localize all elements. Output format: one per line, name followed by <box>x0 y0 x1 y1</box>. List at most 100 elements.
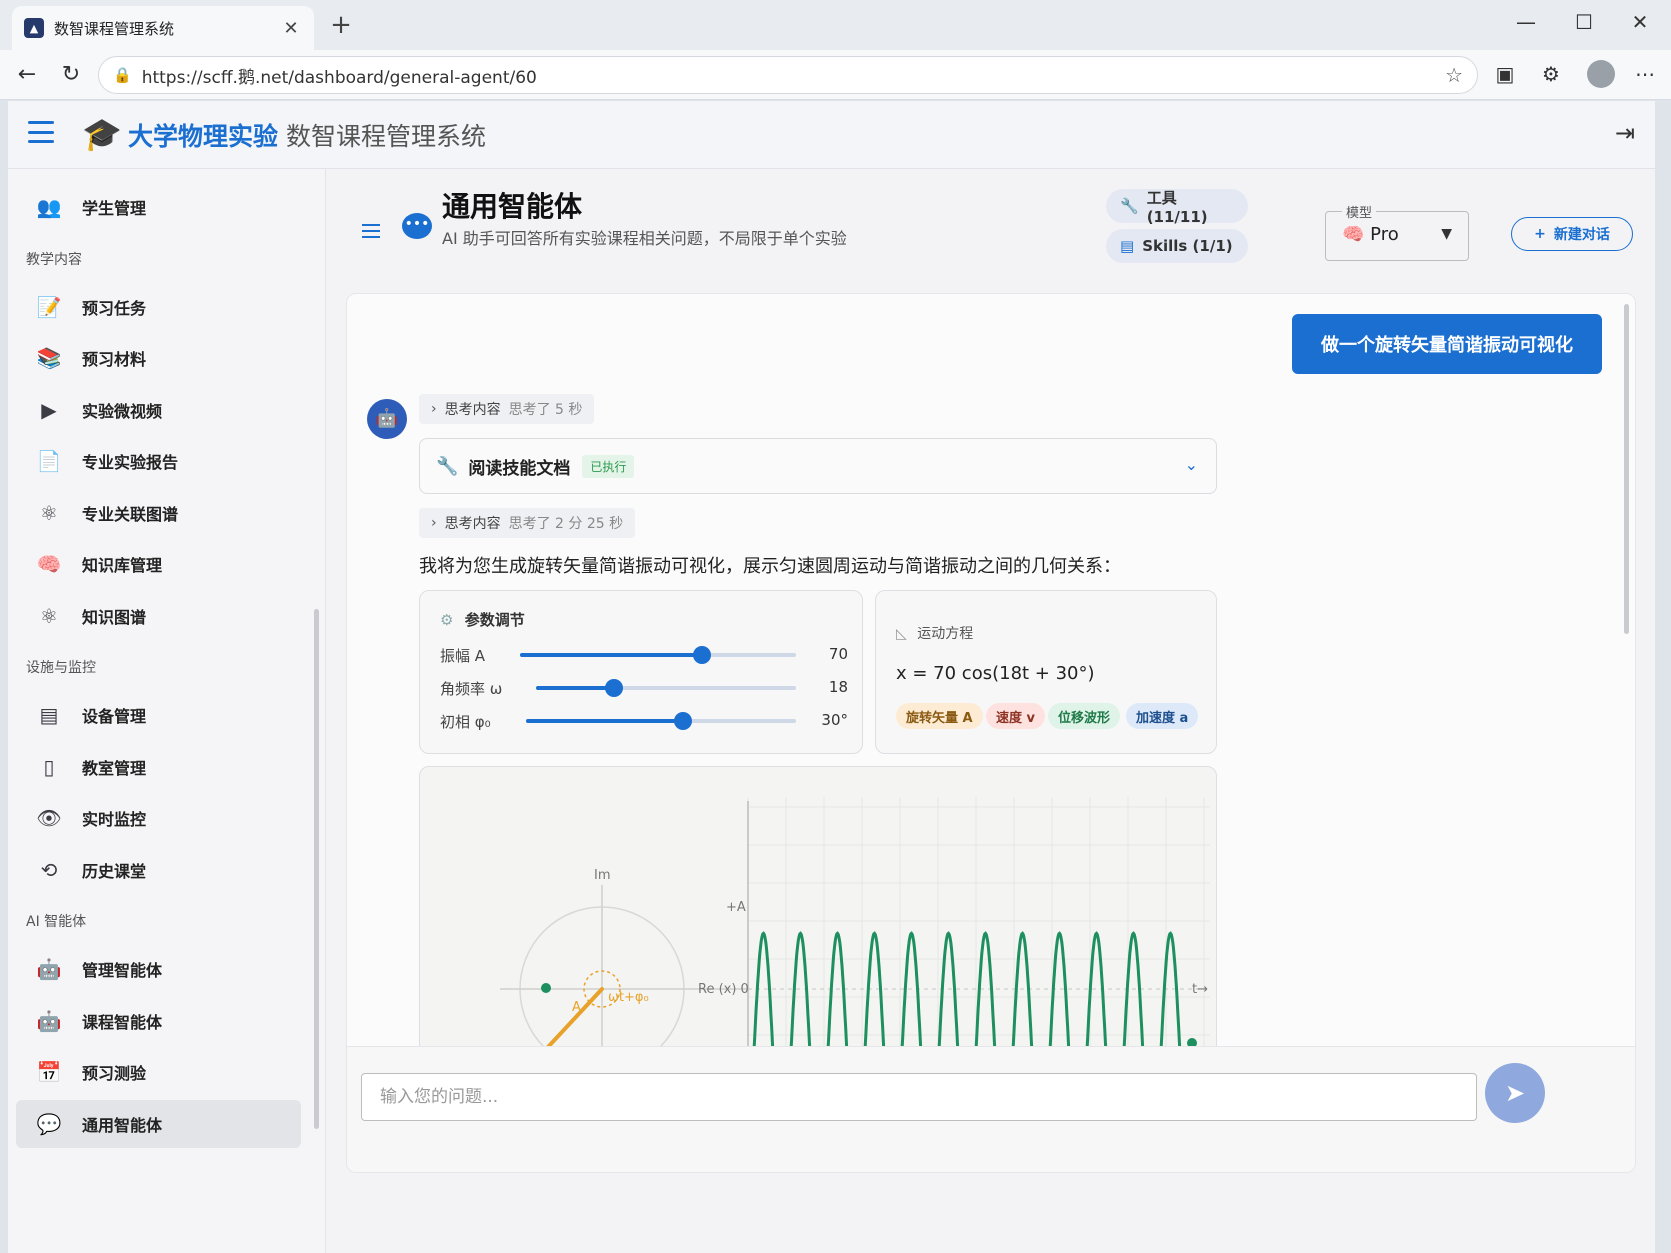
new-chat-label: 新建对话 <box>1553 227 1610 243</box>
window-close-icon[interactable]: ✕ <box>1620 10 1660 34</box>
legend-tag[interactable]: 位移波形 <box>1048 703 1121 729</box>
model-value-text: Pro <box>1370 224 1399 245</box>
app-root: 🎓 大学物理实验 数智课程管理系统 ⇥ 👥 学生管理 教学内容 📝 预习任务 📚 预习材料 ▶… <box>8 101 1655 1253</box>
bookmark-star-icon[interactable]: ☆ <box>1445 63 1463 87</box>
gear-icon: ⚙ <box>440 611 454 629</box>
skills-button[interactable]: ▤ Skills (1/1) <box>1106 229 1248 263</box>
params-title: ⚙ 参数调节 <box>440 609 525 630</box>
logout-icon[interactable]: ⇥ <box>1615 119 1635 147</box>
menu-toggle-icon[interactable] <box>28 121 54 143</box>
tool-call-card[interactable]: 🔧 阅读技能文档 已执行 ⌄ <box>419 438 1217 494</box>
sidebar-item-label: 知识库管理 <box>82 556 163 575</box>
task-icon: 📝 <box>36 294 62 319</box>
sidebar-item[interactable]: ⚛ 专业关联图谱 <box>16 489 301 537</box>
sidebar-item[interactable]: 📅 预习测验 <box>16 1048 301 1096</box>
new-tab-icon[interactable]: + <box>326 10 356 40</box>
url-text[interactable]: https://scff.鹅.net/dashboard/general-age… <box>142 63 1445 88</box>
viz-label-a: A <box>572 1000 581 1015</box>
slider-label: 初相 φ₀ <box>440 713 491 731</box>
thinking-time: 思考了 2 分 25 秒 <box>508 516 624 532</box>
slider-track[interactable] <box>520 646 796 664</box>
sidebar-item[interactable]: 👁 实时监控 <box>16 794 301 842</box>
maximize-icon[interactable]: ☐ <box>1564 10 1604 34</box>
address-bar[interactable]: 🔒 https://scff.鹅.net/dashboard/general-a… <box>98 56 1478 94</box>
viz-label-plus_a: +A <box>726 900 746 915</box>
conversation-list-icon[interactable] <box>362 224 380 238</box>
tools-button[interactable]: 🔧 工具 (11/11) <box>1106 188 1248 226</box>
input-bar: ➤ <box>347 1046 1635 1172</box>
sidebar-item-label: 课程智能体 <box>82 1012 163 1032</box>
brain-icon: 🧠 <box>36 552 62 576</box>
status-badge: 已执行 <box>582 454 635 478</box>
sidebar-item[interactable]: ⟲ 历史课堂 <box>16 846 301 894</box>
minimize-icon[interactable]: — <box>1506 10 1546 34</box>
sidebar-item[interactable]: ▯ 教室管理 <box>16 743 301 791</box>
slider-track[interactable] <box>536 679 796 697</box>
device-icon: ▤ <box>39 703 59 727</box>
sidebar-item[interactable]: 🤖 管理智能体 <box>16 945 301 993</box>
slider-handle[interactable] <box>693 646 712 664</box>
sidebar-item-label: 知识图谱 <box>82 607 147 627</box>
question-input[interactable] <box>361 1073 1477 1121</box>
main-content: ••• 通用智能体 AI 助手可回答所有实验课程相关问题，不局限于单个实验 🔧 … <box>326 169 1655 1253</box>
slider-value: 18 <box>828 678 848 696</box>
legend-tag[interactable]: 旋转矢量 A <box>896 703 983 729</box>
sidebar-item[interactable]: 📝 预习任务 <box>16 283 301 331</box>
equation-title: ◺ 运动方程 <box>896 623 973 643</box>
back-icon[interactable]: ← <box>12 62 42 87</box>
slider-fill <box>536 686 614 690</box>
sidebar-item[interactable]: 👥 学生管理 <box>16 183 301 231</box>
sidebar-item[interactable]: 🤖 课程智能体 <box>16 997 301 1045</box>
viz-label-phase: ωt+φ₀ <box>608 990 649 1005</box>
more-menu-icon[interactable]: ⋯ <box>1630 62 1660 86</box>
graph-icon: ⚛ <box>40 500 58 525</box>
close-tab-icon[interactable]: ✕ <box>280 18 302 39</box>
chevron-down-icon: ▼ <box>1441 226 1452 242</box>
thinking-time: 思考了 5 秒 <box>508 402 583 418</box>
profile-avatar[interactable] <box>1587 60 1615 88</box>
model-value: 🧠 Pro <box>1342 224 1399 245</box>
rotating-vector <box>546 987 604 1049</box>
chevron-right-icon: › <box>431 401 437 417</box>
slider-handle[interactable] <box>673 712 692 730</box>
params-panel: ⚙ 参数调节 振幅 A 70 角频率 ω 18 初相 φ₀ 30° <box>419 590 863 754</box>
sidebar-item[interactable]: ⚛ 知识图谱 <box>16 592 301 640</box>
legend-tag[interactable]: 速度 v <box>986 703 1046 729</box>
sidebar-scrollbar[interactable] <box>314 609 319 1129</box>
expand-chevron-icon[interactable]: ⌄ <box>1185 455 1198 474</box>
sidebar-item[interactable]: ▤ 设备管理 <box>16 691 301 739</box>
equation-title-text: 运动方程 <box>917 626 974 642</box>
thinking-label: 思考内容 <box>444 402 501 418</box>
new-chat-button[interactable]: + 新建对话 <box>1511 217 1633 251</box>
assistant-answer: 我将为您生成旋转矢量简谐振动可视化，展示匀速圆周运动与简谐振动之间的几何关系： <box>419 556 1121 577</box>
sidebar-item[interactable]: ▶ 实验微视频 <box>16 386 301 434</box>
tool-name: 阅读技能文档 <box>468 458 571 479</box>
extension-badge-icon[interactable]: ▣ <box>1490 62 1520 86</box>
users-icon: 👥 <box>36 195 62 219</box>
chat-scrollbar[interactable] <box>1624 304 1629 634</box>
sidebar-item[interactable]: 🧠 知识库管理 <box>16 540 301 588</box>
plus-icon: + <box>1534 226 1546 242</box>
legend-tag[interactable]: 加速度 a <box>1126 703 1199 729</box>
slider-track[interactable] <box>526 712 796 730</box>
slider-handle[interactable] <box>605 679 623 697</box>
send-button[interactable]: ➤ <box>1485 1063 1545 1123</box>
slider-label: 角频率 ω <box>440 680 503 698</box>
sidebar-item[interactable]: 💬 通用智能体 <box>16 1099 301 1148</box>
door-icon: ▯ <box>43 754 55 779</box>
slider-label: 振幅 A <box>440 647 486 665</box>
extensions-puzzle-icon[interactable]: ⚙ <box>1536 62 1566 86</box>
tree-icon: ⚛ <box>40 603 58 628</box>
sidebar-item-label: 设备管理 <box>82 707 147 726</box>
triangle-ruler-icon: ◺ <box>896 626 907 642</box>
model-legend: 模型 <box>1342 202 1377 221</box>
thinking-toggle-2[interactable]: › 思考内容 思考了 2 分 25 秒 <box>419 508 636 538</box>
reload-icon[interactable]: ↻ <box>56 62 86 87</box>
browser-tab[interactable]: ▲ 数智课程管理系统 ✕ <box>12 6 314 50</box>
thinking-toggle-1[interactable]: › 思考内容 思考了 5 秒 <box>419 394 595 424</box>
sidebar-item[interactable]: 📄 专业实验报告 <box>16 437 301 485</box>
tools-label: 工具 (11/11) <box>1146 188 1208 226</box>
book-open-icon: ▤ <box>1120 237 1135 255</box>
sidebar-item[interactable]: 📚 预习材料 <box>16 334 301 382</box>
model-select[interactable]: 模型 🧠 Pro ▼ <box>1325 202 1469 261</box>
